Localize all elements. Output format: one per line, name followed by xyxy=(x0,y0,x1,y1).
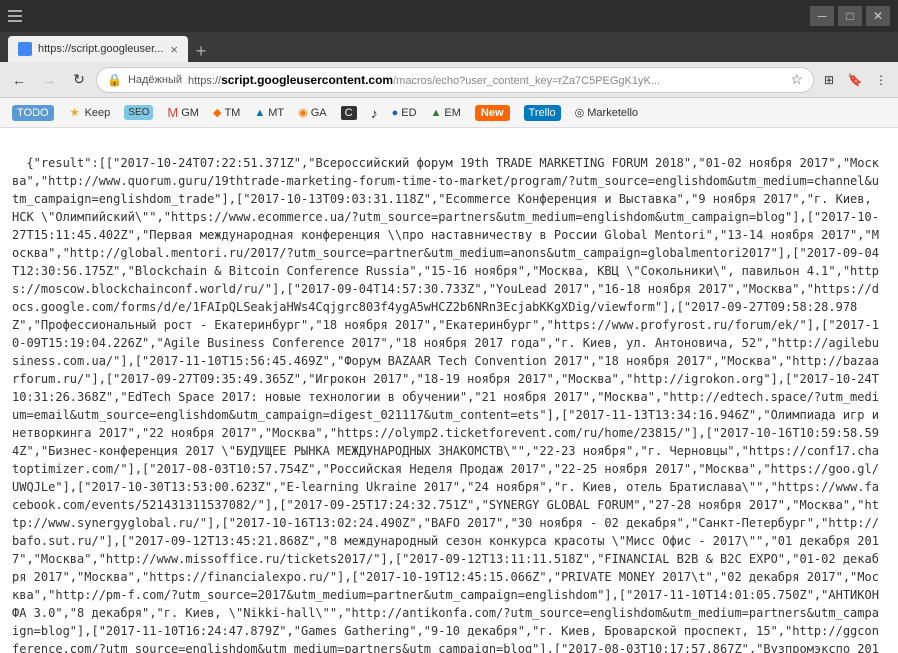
trello-icon: Trello xyxy=(524,105,561,121)
em-icon: ▲ xyxy=(431,107,442,119)
bookmark-todo[interactable]: TODO xyxy=(6,102,60,124)
title-bar: ─ □ ✕ xyxy=(0,0,898,32)
c-icon: C xyxy=(341,106,357,120)
todo-icon: TODO xyxy=(12,105,54,121)
lock-icon: 🔒 xyxy=(107,73,122,87)
seo-icon: SEO xyxy=(124,105,153,120)
window-icon xyxy=(8,8,24,24)
keep-icon: ★ xyxy=(68,106,82,120)
bookmark-c[interactable]: C xyxy=(335,103,363,123)
minimize-button[interactable]: ─ xyxy=(810,6,834,26)
bookmark-star-icon[interactable]: ☆ xyxy=(790,71,803,88)
gmail-icon: M xyxy=(167,105,178,120)
ed-icon: ● xyxy=(392,107,399,119)
bookmark-new[interactable]: New xyxy=(469,102,516,124)
mt-icon: ▲ xyxy=(254,107,265,119)
bookmarks-bar: TODO ★ Keep SEO M GM ◆ TM ▲ MT ◉ GA C ♪ … xyxy=(0,98,898,128)
address-secure-label: Надёжный xyxy=(128,74,182,86)
nav-bar: ← → ↻ 🔒 Надёжный https://script.googleus… xyxy=(0,62,898,98)
ext-icon-3[interactable]: ⋮ xyxy=(870,69,892,91)
new-icon: New xyxy=(475,105,510,121)
bookmark-ga-label: GA xyxy=(311,107,327,119)
page-content: {"result":[["2017-10-24T07:22:51.371Z","… xyxy=(12,156,886,653)
active-tab[interactable]: https://script.googleuser... × xyxy=(8,36,188,62)
bookmark-keep-label: Keep xyxy=(85,107,111,119)
bookmark-gm[interactable]: M GM xyxy=(161,102,205,123)
tab-title: https://script.googleuser... xyxy=(38,43,164,55)
back-button[interactable]: ← xyxy=(6,67,32,93)
music-icon: ♪ xyxy=(371,105,378,121)
reload-button[interactable]: ↻ xyxy=(66,67,92,93)
bookmark-em-label: EM xyxy=(444,107,461,119)
new-tab-button[interactable]: + xyxy=(188,40,214,62)
title-bar-controls: ─ □ ✕ xyxy=(810,6,890,26)
bookmark-ed[interactable]: ● ED xyxy=(386,104,423,122)
forward-button[interactable]: → xyxy=(36,67,62,93)
bookmark-music[interactable]: ♪ xyxy=(365,102,384,124)
bookmark-gm-label: GM xyxy=(181,107,199,119)
address-text: https://script.googleusercontent.com/mac… xyxy=(188,73,784,87)
bookmark-keep[interactable]: ★ Keep xyxy=(62,103,117,123)
bookmark-mt[interactable]: ▲ MT xyxy=(248,104,290,122)
maximize-button[interactable]: □ xyxy=(838,6,862,26)
bookmark-mt-label: MT xyxy=(268,107,284,119)
tab-bar: https://script.googleuser... × + xyxy=(0,32,898,62)
ext-icon-2[interactable]: 🔖 xyxy=(844,69,866,91)
close-button[interactable]: ✕ xyxy=(866,6,890,26)
tm-icon: ◆ xyxy=(213,106,221,119)
ext-icon-1[interactable]: ⊞ xyxy=(818,69,840,91)
bookmark-em[interactable]: ▲ EM xyxy=(425,104,467,122)
ga-icon: ◉ xyxy=(298,106,308,119)
address-bar[interactable]: 🔒 Надёжный https://script.googleusercont… xyxy=(96,67,814,93)
marketello-icon: ◎ xyxy=(575,106,585,119)
tab-favicon xyxy=(18,42,32,56)
title-bar-left xyxy=(8,8,24,24)
bookmark-marketello-label: Marketello xyxy=(587,107,638,119)
tab-close-button[interactable]: × xyxy=(170,42,178,57)
bookmark-ed-label: ED xyxy=(401,107,416,119)
bookmark-tm[interactable]: ◆ TM xyxy=(207,103,246,122)
bookmark-seo[interactable]: SEO xyxy=(118,102,159,123)
bookmark-ga[interactable]: ◉ GA xyxy=(292,103,333,122)
bookmark-marketello[interactable]: ◎ Marketello xyxy=(569,103,644,122)
bookmark-trello[interactable]: Trello xyxy=(518,102,567,124)
bookmark-tm-label: TM xyxy=(224,107,240,119)
content-area: {"result":[["2017-10-24T07:22:51.371Z","… xyxy=(0,128,898,653)
